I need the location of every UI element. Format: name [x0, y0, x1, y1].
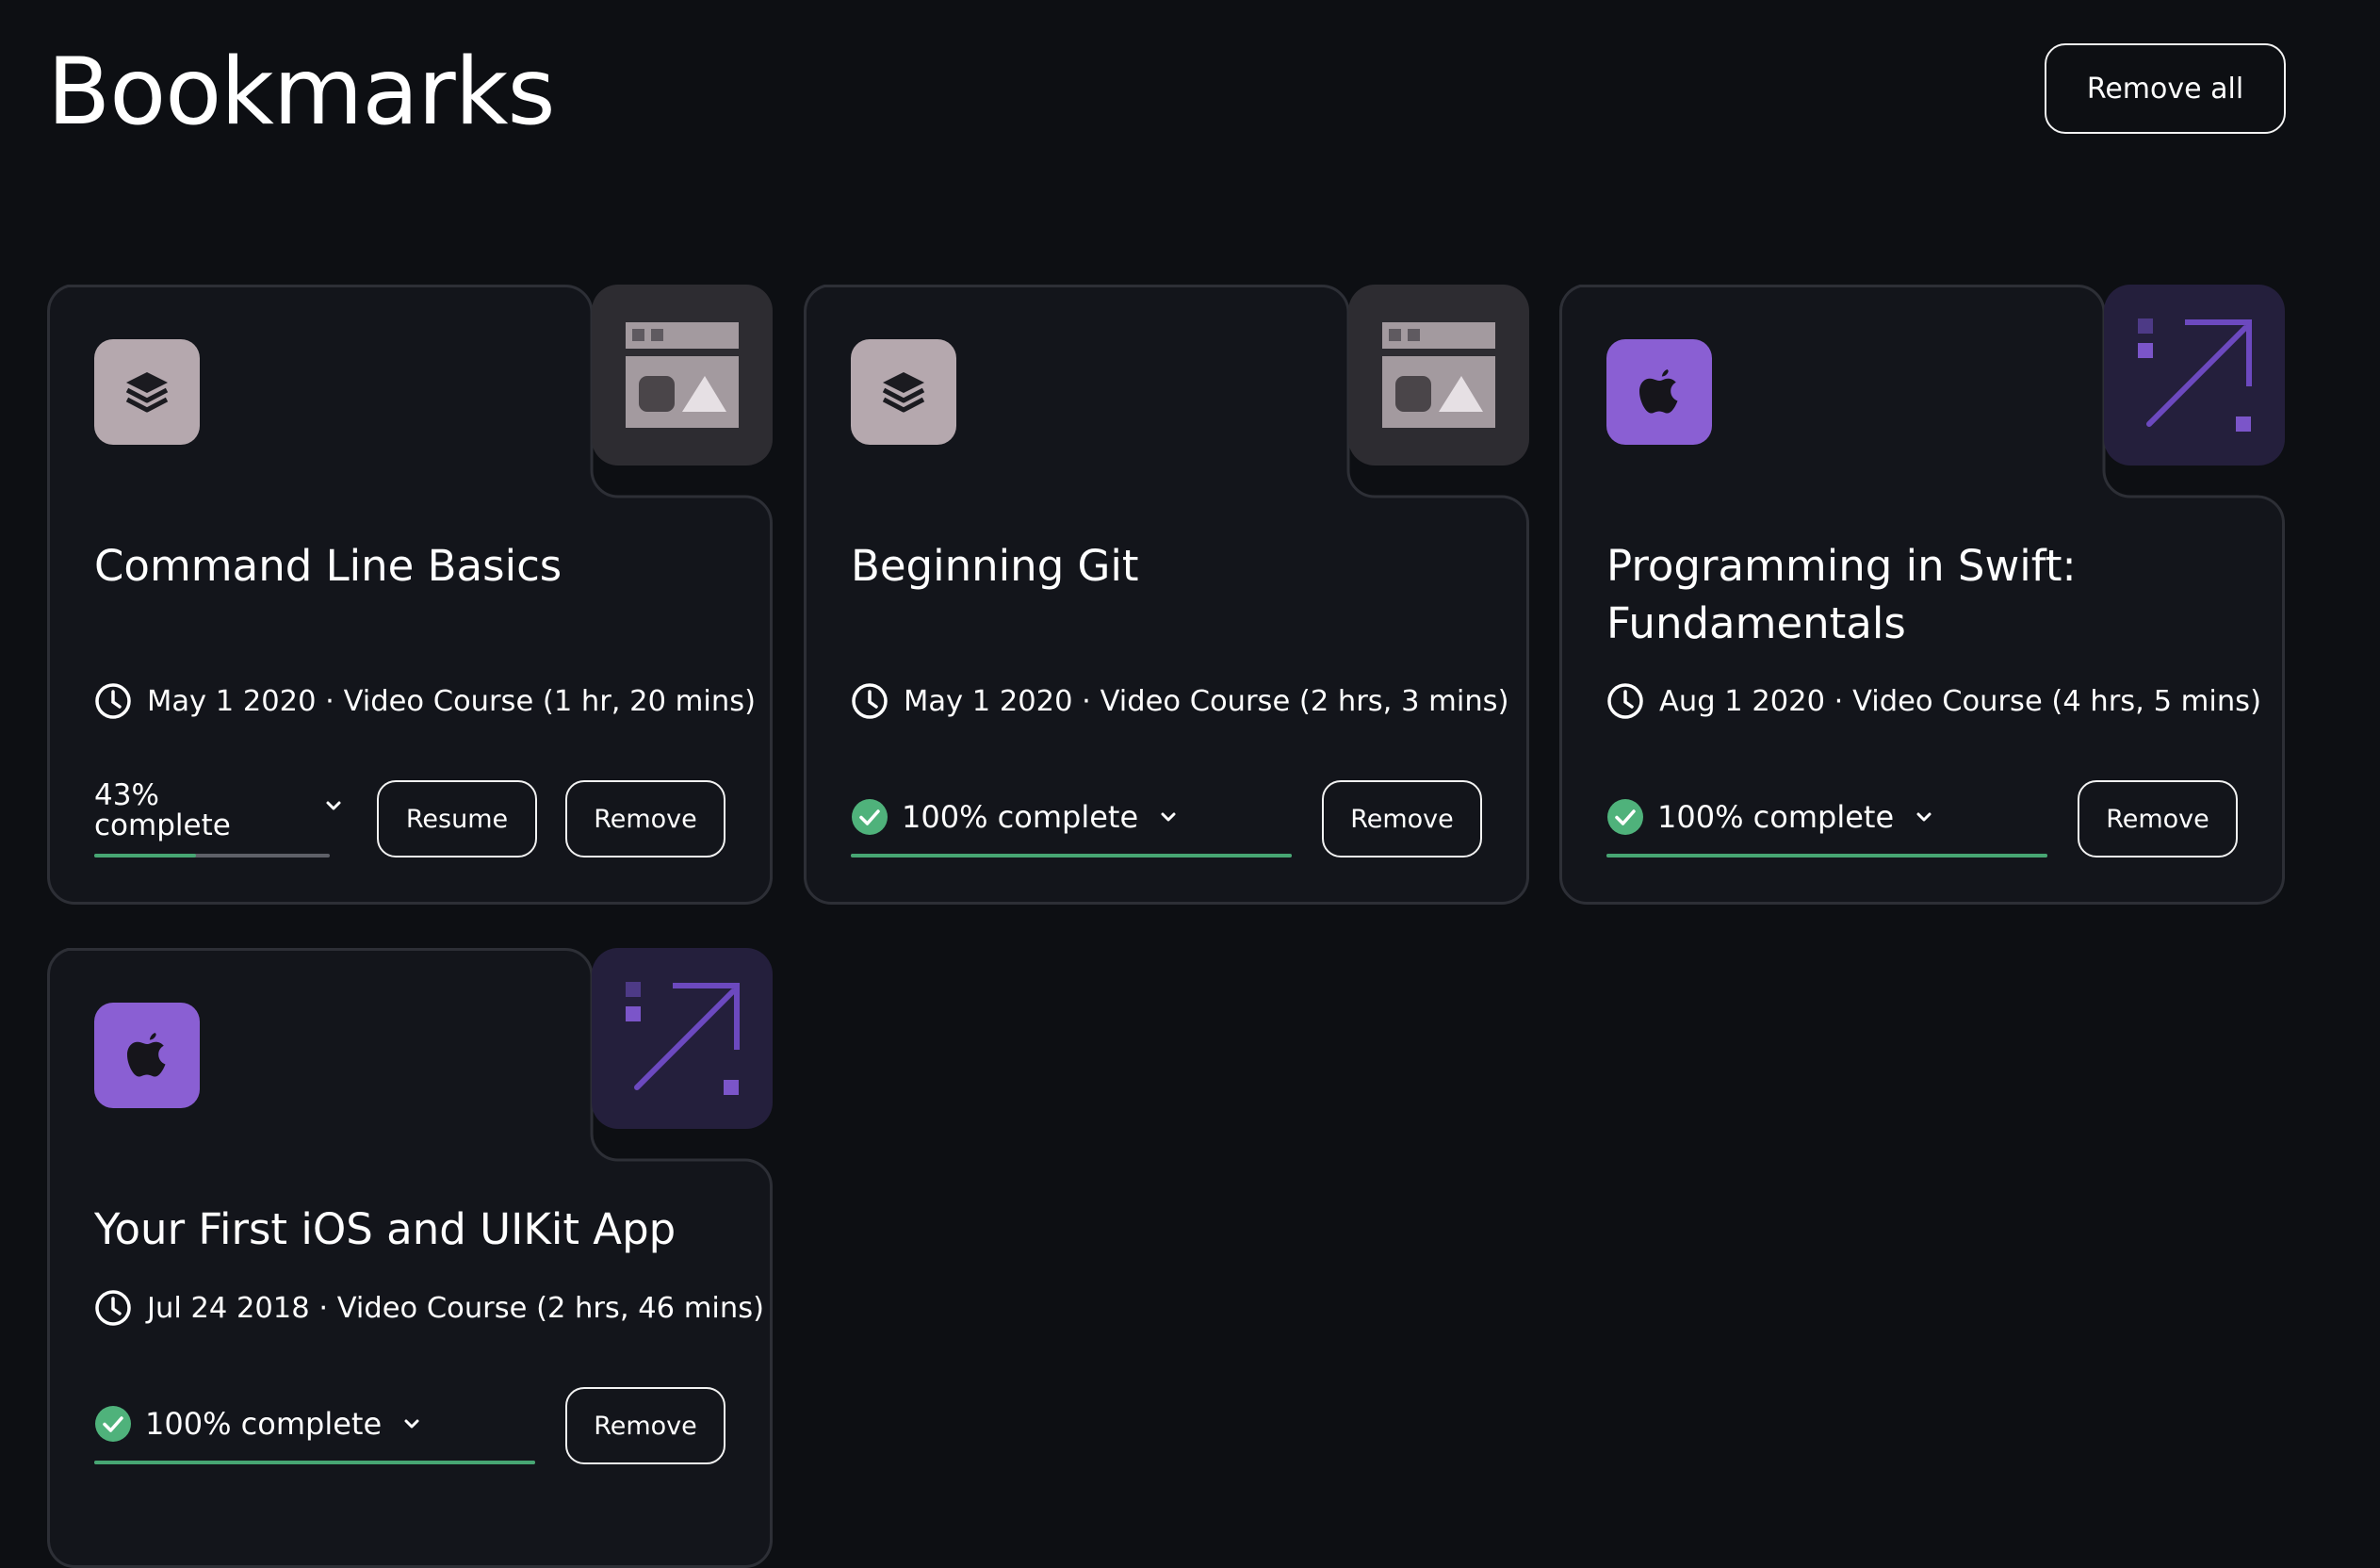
course-type: Video Course: [1852, 684, 2043, 718]
remove-all-button[interactable]: Remove all: [2045, 43, 2286, 134]
chevron-down-icon[interactable]: [402, 1417, 421, 1430]
meta-separator: ·: [1824, 684, 1853, 718]
clock-icon: [95, 1290, 131, 1326]
course-meta: Jul 24 2018 · Video Course (2 hrs, 46 mi…: [94, 1289, 764, 1327]
course-title[interactable]: Your First iOS and UIKit App: [94, 1200, 735, 1258]
course-meta: May 1 2020 · Video Course (1 hr, 20 mins…: [94, 682, 756, 720]
course-meta: May 1 2020 · Video Course (2 hrs, 3 mins…: [851, 682, 1508, 720]
course-title[interactable]: Beginning Git: [851, 537, 1492, 595]
progress-label: complete: [94, 808, 231, 842]
progress-fill: [94, 1461, 535, 1464]
bookmark-card-command-line-basics[interactable]: Command Line Basics May 1 2020 · Video C…: [47, 285, 773, 905]
window-media-thumbnail-icon: [1348, 285, 1529, 466]
course-duration: (4 hrs, 5 mins): [2051, 684, 2261, 718]
course-type: Video Course: [343, 684, 534, 718]
remove-button[interactable]: Remove: [2078, 780, 2238, 858]
course-duration: (2 hrs, 3 mins): [1298, 684, 1509, 718]
clock-icon: [852, 683, 888, 719]
course-thumbnail[interactable]: [592, 948, 773, 1129]
course-thumbnail[interactable]: [2104, 285, 2285, 466]
remove-button[interactable]: Remove: [565, 1387, 725, 1464]
clock-icon: [1607, 683, 1643, 719]
course-date: May 1 2020: [147, 684, 317, 718]
apple-icon: [1606, 339, 1712, 445]
remove-button[interactable]: Remove: [565, 780, 725, 858]
page-title: Bookmarks: [47, 39, 556, 146]
progress-fill: [1606, 854, 2047, 858]
meta-separator: ·: [1072, 684, 1100, 718]
course-type: Video Course: [1100, 684, 1291, 718]
course-date: Aug 1 2020: [1659, 684, 1825, 718]
window-media-thumbnail-icon: [592, 285, 773, 466]
check-circle-icon: [95, 1406, 131, 1442]
course-thumbnail[interactable]: [1348, 285, 1529, 466]
course-date: May 1 2020: [904, 684, 1073, 718]
course-thumbnail[interactable]: [592, 285, 773, 466]
arrow-diagonal-thumbnail-icon: [592, 948, 773, 1129]
course-date: Jul 24 2018: [147, 1291, 310, 1325]
bookmark-card-first-ios-uikit-app[interactable]: Your First iOS and UIKit App Jul 24 2018…: [47, 948, 773, 1568]
layers-icon: [94, 339, 200, 445]
bookmark-card-programming-in-swift[interactable]: Programming in Swift: Fundamentals Aug 1…: [1559, 285, 2285, 905]
apple-icon: [94, 1003, 200, 1108]
course-meta: Aug 1 2020 · Video Course (4 hrs, 5 mins…: [1606, 682, 2261, 720]
course-type: Video Course: [336, 1291, 528, 1325]
bookmark-card-beginning-git[interactable]: Beginning Git May 1 2020 · Video Course …: [804, 285, 1529, 905]
progress-label: 100% complete: [902, 799, 1139, 835]
course-title[interactable]: Command Line Basics: [94, 537, 735, 595]
layers-icon: [851, 339, 956, 445]
progress-percent: 43%: [94, 778, 159, 812]
clock-icon: [95, 683, 131, 719]
resume-button[interactable]: Resume: [377, 780, 537, 858]
progress-label: 100% complete: [1657, 799, 1895, 835]
chevron-down-icon[interactable]: [324, 799, 343, 812]
chevron-down-icon[interactable]: [1159, 810, 1178, 824]
course-title[interactable]: Programming in Swift: Fundamentals: [1606, 537, 2247, 652]
remove-button[interactable]: Remove: [1322, 780, 1482, 858]
chevron-down-icon[interactable]: [1915, 810, 1933, 824]
course-duration: (1 hr, 20 mins): [542, 684, 756, 718]
meta-separator: ·: [316, 684, 344, 718]
progress-fill: [94, 854, 196, 858]
progress-fill: [851, 854, 1292, 858]
progress-label: 100% complete: [145, 1406, 383, 1442]
arrow-diagonal-thumbnail-icon: [2104, 285, 2285, 466]
check-circle-icon: [852, 799, 888, 835]
check-circle-icon: [1607, 799, 1643, 835]
course-duration: (2 hrs, 46 mins): [536, 1291, 765, 1325]
meta-separator: ·: [309, 1291, 337, 1325]
